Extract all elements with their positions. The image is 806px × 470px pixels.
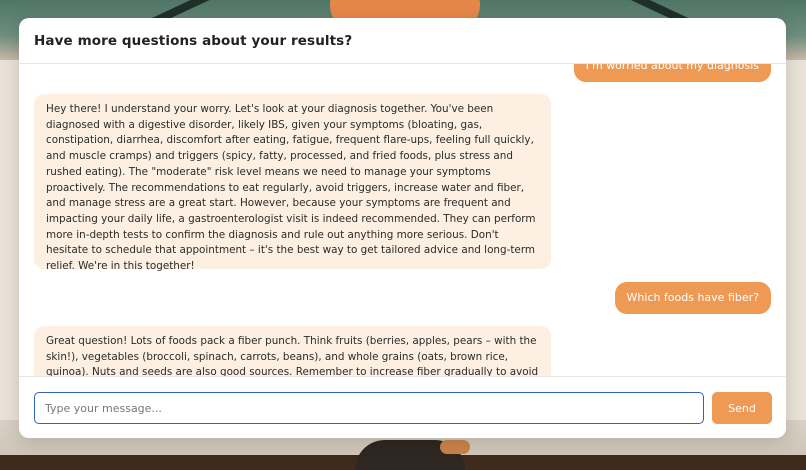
background-figure-accent [440, 440, 470, 454]
modal-title: Have more questions about your results? [34, 32, 353, 49]
chat-messages[interactable]: I'm worried about my diagnosis Hey there… [19, 64, 786, 376]
assistant-message: Great question! Lots of foods pack a fib… [34, 326, 551, 376]
message-input[interactable] [34, 392, 704, 424]
chat-modal: Have more questions about your results? … [19, 18, 786, 438]
message-composer: Send [19, 376, 786, 438]
modal-header: Have more questions about your results? [19, 18, 786, 64]
assistant-message: Hey there! I understand your worry. Let'… [34, 94, 551, 272]
send-button[interactable]: Send [712, 392, 772, 424]
user-message: I'm worried about my diagnosis [573, 64, 771, 82]
user-message: Which foods have fiber? [614, 282, 771, 314]
